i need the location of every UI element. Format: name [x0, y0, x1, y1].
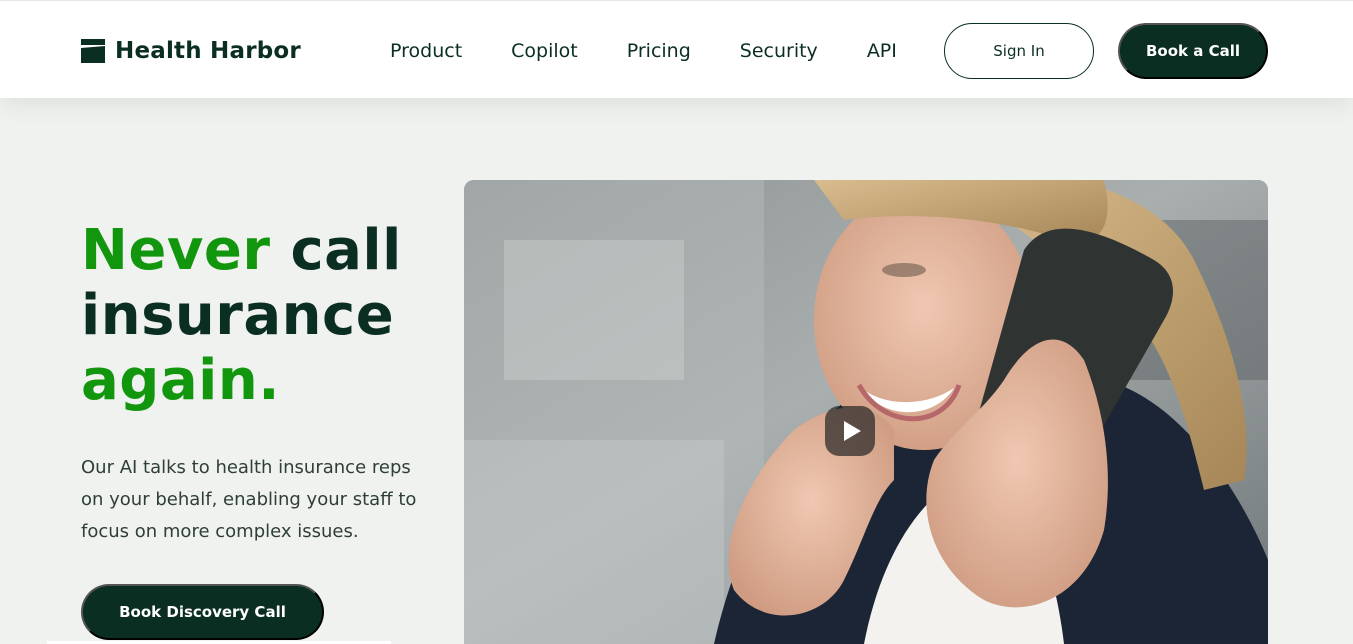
sign-in-button[interactable]: Sign In	[944, 23, 1094, 79]
nav-link-api[interactable]: API	[867, 40, 897, 62]
main-nav: Product Copilot Pricing Security API	[390, 37, 897, 65]
book-discovery-call-button[interactable]: Book Discovery Call	[81, 584, 324, 640]
play-video-button[interactable]	[825, 406, 875, 456]
brand-name: Health Harbor	[115, 38, 301, 64]
site-header: Health Harbor Product Copilot Pricing Se…	[0, 0, 1353, 98]
nav-link-product[interactable]: Product	[390, 40, 462, 62]
hero-video[interactable]	[464, 180, 1268, 644]
hero-title-accent-2: again.	[81, 348, 280, 413]
hero-subtitle: Our AI talks to health insurance reps on…	[81, 457, 417, 542]
play-icon	[844, 421, 861, 441]
brand-logo[interactable]: Health Harbor	[81, 38, 301, 64]
hero-title-accent-1: Never	[81, 218, 271, 283]
nav-link-security[interactable]: Security	[740, 40, 818, 62]
harbor-logo-icon	[81, 39, 105, 63]
nav-link-copilot[interactable]: Copilot	[511, 40, 578, 62]
book-a-call-button[interactable]: Book a Call	[1118, 23, 1268, 79]
nav-link-pricing[interactable]: Pricing	[627, 40, 691, 62]
hero-title: Never call insurance again.	[81, 218, 441, 413]
